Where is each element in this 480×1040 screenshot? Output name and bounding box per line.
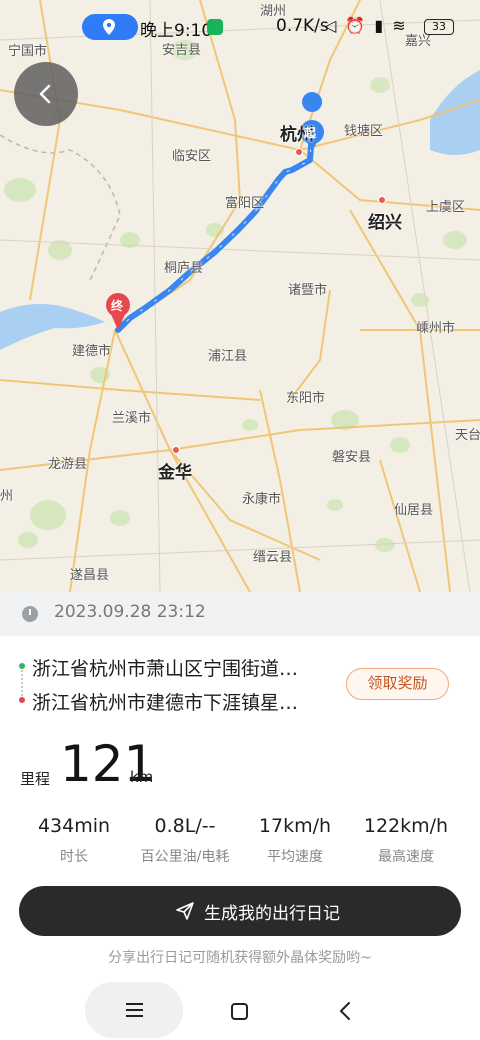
generate-diary-button[interactable]: 生成我的出行日记 bbox=[19, 886, 461, 936]
back-button[interactable] bbox=[14, 62, 78, 126]
menu-icon bbox=[126, 1003, 143, 1005]
menu-icon-line bbox=[126, 1015, 143, 1017]
map-label-zhuji: 诸暨市 bbox=[288, 283, 328, 298]
nav-back-button[interactable] bbox=[338, 1001, 352, 1021]
clock-icon bbox=[22, 606, 38, 622]
stat-label: 最高速度 bbox=[378, 849, 434, 865]
stat-value: 17km/h bbox=[258, 815, 332, 837]
jinhua-city-dot bbox=[172, 446, 180, 454]
map-label-tonglu: 桐庐县 bbox=[164, 261, 204, 276]
map-label-longyou: 龙游县 bbox=[48, 457, 88, 472]
route-start-marker: 起 bbox=[304, 126, 317, 140]
location-pin-icon bbox=[103, 19, 115, 35]
menu-button[interactable] bbox=[85, 982, 183, 1038]
map-label-suichang: 遂昌县 bbox=[70, 568, 110, 583]
status-bar: 晚上9:10 0.7K/s ◁ ⏰ ▮ ≋ 33 bbox=[0, 10, 480, 46]
status-icons: ◁ ⏰ ▮ ≋ bbox=[324, 16, 408, 35]
route-connector bbox=[21, 670, 23, 696]
route-end-marker: 终 bbox=[111, 299, 124, 313]
trip-date-bar: 2023.09.28 23:12 bbox=[0, 592, 480, 636]
map-label-pujiang: 浦江县 bbox=[208, 349, 248, 364]
stat-label: 百公里油/电耗 bbox=[140, 849, 230, 865]
hangzhou-city-dot bbox=[295, 148, 303, 156]
trip-stats: 434min 时长 0.8L/-- 百公里油/电耗 17km/h 平均速度 12… bbox=[0, 812, 480, 872]
generate-diary-label: 生成我的出行日记 bbox=[204, 904, 340, 924]
home-button[interactable] bbox=[231, 1003, 248, 1020]
map-label-tiantai: 天台 bbox=[455, 428, 480, 443]
menu-icon-line bbox=[126, 1009, 143, 1011]
stat-max-speed: 122km/h 最高速度 bbox=[346, 812, 466, 866]
map-label-panan: 磐安县 bbox=[332, 450, 372, 465]
chevron-left-icon bbox=[39, 84, 51, 104]
map-label-quzhou: 州 bbox=[0, 489, 14, 504]
network-speed: 0.7K/s bbox=[276, 16, 329, 36]
battery-icon: 33 bbox=[424, 19, 454, 35]
system-nav-bar bbox=[0, 980, 480, 1040]
distance-unit: km bbox=[130, 768, 154, 786]
end-dot-icon bbox=[19, 697, 25, 703]
map-label-shaoxing: 绍兴 bbox=[368, 213, 402, 233]
map-label-xianju: 仙居县 bbox=[394, 503, 434, 518]
share-tip: 分享出行日记可随机获得额外晶体奖励哟~ bbox=[108, 950, 372, 966]
map-label-jinyun: 缙云县 bbox=[253, 550, 293, 565]
stat-label: 平均速度 bbox=[267, 849, 323, 865]
map-label-qiantang: 钱塘区 bbox=[344, 124, 384, 139]
map-label-shangyu: 上虞区 bbox=[426, 200, 466, 215]
distance-label: 里程 bbox=[20, 770, 51, 788]
stat-duration: 434min 时长 bbox=[14, 812, 134, 866]
shaoxing-city-dot bbox=[378, 196, 386, 204]
stat-avg-speed: 17km/h 平均速度 bbox=[235, 812, 355, 866]
stat-label: 时长 bbox=[60, 849, 88, 865]
stat-value: 434min bbox=[37, 815, 111, 837]
stat-consumption: 0.8L/-- 百公里油/电耗 bbox=[125, 812, 245, 866]
map-label-lanxi: 兰溪市 bbox=[112, 411, 152, 426]
wechat-icon bbox=[207, 19, 223, 35]
map-label-yongkang: 永康市 bbox=[242, 492, 282, 507]
map-label-dongyang: 东阳市 bbox=[286, 391, 326, 406]
map-label-lin-an: 临安区 bbox=[172, 149, 212, 164]
stat-value: 0.8L/-- bbox=[154, 815, 216, 837]
end-address: 浙江省杭州市建德市下涯镇星… bbox=[32, 692, 299, 714]
status-time: 晚上9:10 bbox=[140, 21, 213, 41]
start-dot-icon bbox=[19, 663, 25, 669]
map-label-fuyang: 富阳区 bbox=[225, 196, 265, 211]
distance-block: 里程 121 km bbox=[0, 736, 480, 800]
send-icon bbox=[176, 902, 194, 920]
stat-value: 122km/h bbox=[363, 815, 449, 837]
claim-reward-button[interactable]: 领取奖励 bbox=[346, 668, 449, 700]
start-address: 浙江省杭州市萧山区宁围街道… bbox=[32, 658, 299, 680]
map-label-jinhua: 金华 bbox=[158, 463, 192, 483]
map-label-jiande: 建德市 bbox=[72, 344, 112, 359]
map-label-shengzhou: 嵊州市 bbox=[416, 321, 456, 336]
location-pill bbox=[82, 14, 138, 40]
trip-datetime: 2023.09.28 23:12 bbox=[54, 602, 206, 622]
route-summary: 浙江省杭州市萧山区宁围街道… 浙江省杭州市建德市下涯镇星… 领取奖励 bbox=[0, 646, 480, 726]
